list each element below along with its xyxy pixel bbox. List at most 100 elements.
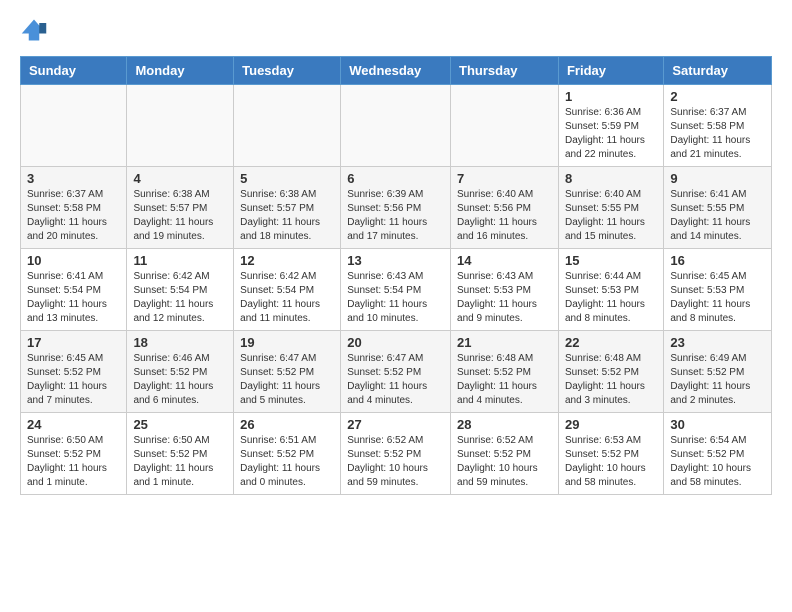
calendar-cell: 25 Sunrise: 6:50 AM Sunset: 5:52 PM Dayli… [127,413,234,495]
day-info: Sunrise: 6:43 AM Sunset: 5:53 PM Dayligh… [457,270,552,326]
calendar-cell: 18Sunrise: 6:46 AM Sunset: 5:52 PM Dayli… [127,331,234,413]
day-info: Sunrise: 6:47 AM Sunset: 5:52 PM Dayligh… [347,352,444,408]
day-info: Sunrise: 6:42 AM Sunset: 5:54 PM Dayligh… [240,270,334,326]
day-number: 13 [347,253,444,268]
calendar-cell: 20 Sunrise: 6:47 AM Sunset: 5:52 PM Dayli… [341,331,451,413]
day-number: 3 [27,171,120,186]
calendar-cell: 2 Sunrise: 6:37 AM Sunset: 5:58 PM Daylig… [664,85,772,167]
day-number: 1 [565,89,657,104]
calendar-cell: 11Sunrise: 6:42 AM Sunset: 5:54 PM Dayli… [127,249,234,331]
day-number: 24 [27,417,120,432]
calendar-week-row: 10 Sunrise: 6:41 AM Sunset: 5:54 PM Dayli… [21,249,772,331]
weekday-header: Tuesday [234,57,341,85]
day-info: Sunrise: 6:51 AM Sunset: 5:52 PM Dayligh… [240,434,334,490]
day-number: 15 [565,253,657,268]
weekday-header: Saturday [664,57,772,85]
day-number: 17 [27,335,120,350]
page-header [20,16,772,44]
day-info: Sunrise: 6:48 AM Sunset: 5:52 PM Dayligh… [565,352,657,408]
calendar-cell [234,85,341,167]
day-number: 5 [240,171,334,186]
logo-icon [20,16,48,44]
day-number: 20 [347,335,444,350]
calendar-cell: 30 Sunrise: 6:54 AM Sunset: 5:52 PM Dayli… [664,413,772,495]
day-info: Sunrise: 6:52 AM Sunset: 5:52 PM Dayligh… [457,434,552,490]
calendar-cell: 28 Sunrise: 6:52 AM Sunset: 5:52 PM Dayli… [451,413,559,495]
weekday-header: Monday [127,57,234,85]
calendar-cell: 21Sunrise: 6:48 AM Sunset: 5:52 PM Dayli… [451,331,559,413]
calendar-cell: 19 Sunrise: 6:47 AM Sunset: 5:52 PM Dayli… [234,331,341,413]
day-number: 29 [565,417,657,432]
day-number: 25 [133,417,227,432]
calendar-cell: 17 Sunrise: 6:45 AM Sunset: 5:52 PM Dayli… [21,331,127,413]
day-number: 4 [133,171,227,186]
day-info: Sunrise: 6:54 AM Sunset: 5:52 PM Dayligh… [670,434,765,490]
calendar-cell: 14 Sunrise: 6:43 AM Sunset: 5:53 PM Dayli… [451,249,559,331]
day-info: Sunrise: 6:41 AM Sunset: 5:54 PM Dayligh… [27,270,120,326]
calendar-cell: 29 Sunrise: 6:53 AM Sunset: 5:52 PM Dayli… [558,413,663,495]
day-info: Sunrise: 6:36 AM Sunset: 5:59 PM Dayligh… [565,106,657,162]
day-info: Sunrise: 6:42 AM Sunset: 5:54 PM Dayligh… [133,270,227,326]
day-number: 27 [347,417,444,432]
day-info: Sunrise: 6:38 AM Sunset: 5:57 PM Dayligh… [240,188,334,244]
day-info: Sunrise: 6:46 AM Sunset: 5:52 PM Dayligh… [133,352,227,408]
day-info: Sunrise: 6:40 AM Sunset: 5:56 PM Dayligh… [457,188,552,244]
day-number: 14 [457,253,552,268]
calendar-cell: 5 Sunrise: 6:38 AM Sunset: 5:57 PM Daylig… [234,167,341,249]
day-info: Sunrise: 6:45 AM Sunset: 5:52 PM Dayligh… [27,352,120,408]
calendar-cell: 27 Sunrise: 6:52 AM Sunset: 5:52 PM Dayli… [341,413,451,495]
day-info: Sunrise: 6:47 AM Sunset: 5:52 PM Dayligh… [240,352,334,408]
day-info: Sunrise: 6:52 AM Sunset: 5:52 PM Dayligh… [347,434,444,490]
day-number: 8 [565,171,657,186]
day-number: 22 [565,335,657,350]
day-number: 16 [670,253,765,268]
calendar-cell: 23 Sunrise: 6:49 AM Sunset: 5:52 PM Dayli… [664,331,772,413]
calendar-cell: 9Sunrise: 6:41 AM Sunset: 5:55 PM Daylig… [664,167,772,249]
calendar-week-row: 1 Sunrise: 6:36 AM Sunset: 5:59 PM Daylig… [21,85,772,167]
day-info: Sunrise: 6:43 AM Sunset: 5:54 PM Dayligh… [347,270,444,326]
weekday-header: Wednesday [341,57,451,85]
day-number: 9 [670,171,765,186]
calendar-cell: 10 Sunrise: 6:41 AM Sunset: 5:54 PM Dayli… [21,249,127,331]
day-info: Sunrise: 6:40 AM Sunset: 5:55 PM Dayligh… [565,188,657,244]
day-number: 21 [457,335,552,350]
day-number: 26 [240,417,334,432]
calendar-cell: 13 Sunrise: 6:43 AM Sunset: 5:54 PM Dayli… [341,249,451,331]
day-number: 30 [670,417,765,432]
calendar-cell [451,85,559,167]
calendar-cell: 15 Sunrise: 6:44 AM Sunset: 5:53 PM Dayli… [558,249,663,331]
calendar-week-row: 3 Sunrise: 6:37 AM Sunset: 5:58 PM Daylig… [21,167,772,249]
calendar-cell: 6 Sunrise: 6:39 AM Sunset: 5:56 PM Daylig… [341,167,451,249]
weekday-header: Thursday [451,57,559,85]
day-number: 6 [347,171,444,186]
day-info: Sunrise: 6:53 AM Sunset: 5:52 PM Dayligh… [565,434,657,490]
calendar-cell: 16Sunrise: 6:45 AM Sunset: 5:53 PM Dayli… [664,249,772,331]
page-container: SundayMondayTuesdayWednesdayThursdayFrid… [0,0,792,511]
calendar-cell: 24 Sunrise: 6:50 AM Sunset: 5:52 PM Dayli… [21,413,127,495]
calendar-cell [21,85,127,167]
calendar-cell: 26 Sunrise: 6:51 AM Sunset: 5:52 PM Dayli… [234,413,341,495]
calendar-table: SundayMondayTuesdayWednesdayThursdayFrid… [20,56,772,495]
calendar-cell: 12Sunrise: 6:42 AM Sunset: 5:54 PM Dayli… [234,249,341,331]
calendar-cell [341,85,451,167]
day-number: 2 [670,89,765,104]
calendar-cell: 3 Sunrise: 6:37 AM Sunset: 5:58 PM Daylig… [21,167,127,249]
calendar-header-row: SundayMondayTuesdayWednesdayThursdayFrid… [21,57,772,85]
day-info: Sunrise: 6:50 AM Sunset: 5:52 PM Dayligh… [27,434,120,490]
day-info: Sunrise: 6:44 AM Sunset: 5:53 PM Dayligh… [565,270,657,326]
day-number: 28 [457,417,552,432]
day-number: 23 [670,335,765,350]
day-info: Sunrise: 6:37 AM Sunset: 5:58 PM Dayligh… [670,106,765,162]
day-info: Sunrise: 6:37 AM Sunset: 5:58 PM Dayligh… [27,188,120,244]
day-number: 19 [240,335,334,350]
day-number: 7 [457,171,552,186]
day-number: 10 [27,253,120,268]
weekday-header: Friday [558,57,663,85]
day-info: Sunrise: 6:39 AM Sunset: 5:56 PM Dayligh… [347,188,444,244]
day-info: Sunrise: 6:49 AM Sunset: 5:52 PM Dayligh… [670,352,765,408]
day-info: Sunrise: 6:50 AM Sunset: 5:52 PM Dayligh… [133,434,227,490]
calendar-cell: 1 Sunrise: 6:36 AM Sunset: 5:59 PM Daylig… [558,85,663,167]
logo [20,16,52,44]
calendar-week-row: 24 Sunrise: 6:50 AM Sunset: 5:52 PM Dayli… [21,413,772,495]
weekday-header: Sunday [21,57,127,85]
